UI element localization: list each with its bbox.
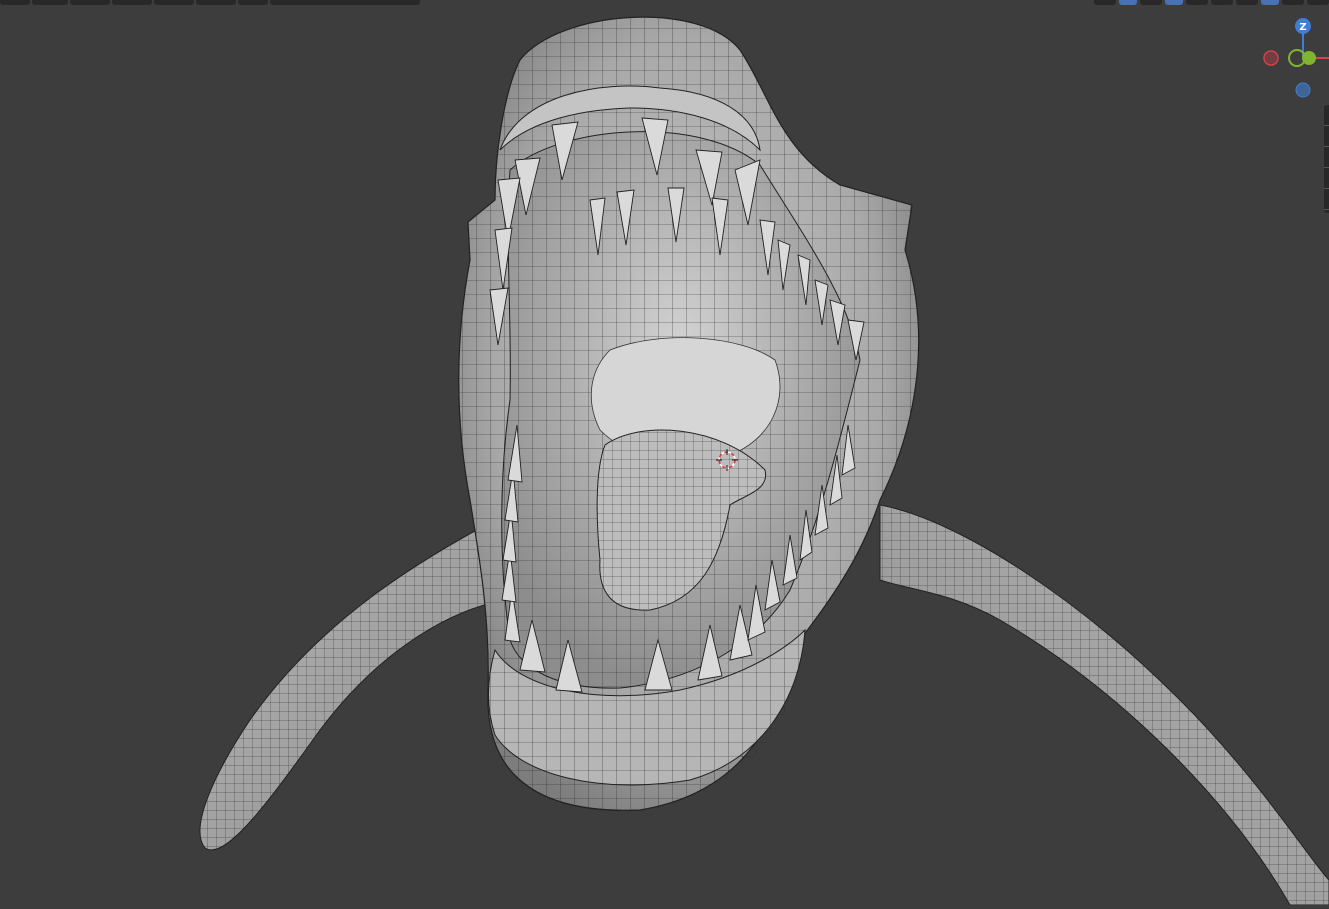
sidebar-tab-item[interactable] (1324, 105, 1329, 126)
sidebar-tab-extra[interactable] (1324, 168, 1329, 189)
mesh-render (199, 16, 1329, 906)
sidebar-tabs[interactable] (1324, 105, 1329, 213)
xray-toggle[interactable] (1211, 0, 1233, 5)
viewport-header-left (0, 0, 432, 5)
material-shading[interactable] (1282, 0, 1304, 5)
3d-viewport[interactable] (0, 0, 1329, 906)
left-fin (199, 519, 506, 851)
z-axis-label: Z (1299, 22, 1306, 33)
view-menu[interactable] (70, 0, 110, 5)
right-fin (879, 504, 1329, 906)
mode-menu[interactable] (32, 0, 68, 5)
gizmo-toggle[interactable] (1119, 0, 1137, 5)
3d-cursor-icon[interactable] (716, 449, 738, 471)
select-menu[interactable] (112, 0, 152, 5)
neg-z-axis-handle[interactable] (1295, 82, 1311, 98)
gizmo-dropdown[interactable] (1140, 0, 1162, 5)
navigation-gizmo[interactable]: Z (1249, 14, 1329, 104)
viewport-header-right (1094, 0, 1329, 5)
wireframe-shading[interactable] (1236, 0, 1258, 5)
neg-y-axis-handle[interactable] (1302, 51, 1316, 65)
snapping-toolbar[interactable] (270, 0, 420, 5)
solid-shading[interactable] (1261, 0, 1279, 5)
sidebar-tab-tool[interactable] (1324, 126, 1329, 147)
object-menu[interactable] (196, 0, 236, 5)
overlay-dropdown[interactable] (1186, 0, 1208, 5)
overlay-toggle[interactable] (1165, 0, 1183, 5)
editor-type-menu[interactable] (0, 0, 30, 5)
sidebar-tab-misc[interactable] (1324, 189, 1329, 210)
sidebar-tab-view[interactable] (1324, 147, 1329, 168)
transform-orientation[interactable] (238, 0, 268, 5)
rendered-shading[interactable] (1307, 0, 1329, 5)
add-menu[interactable] (154, 0, 194, 5)
visibility-toggle[interactable] (1094, 0, 1116, 5)
